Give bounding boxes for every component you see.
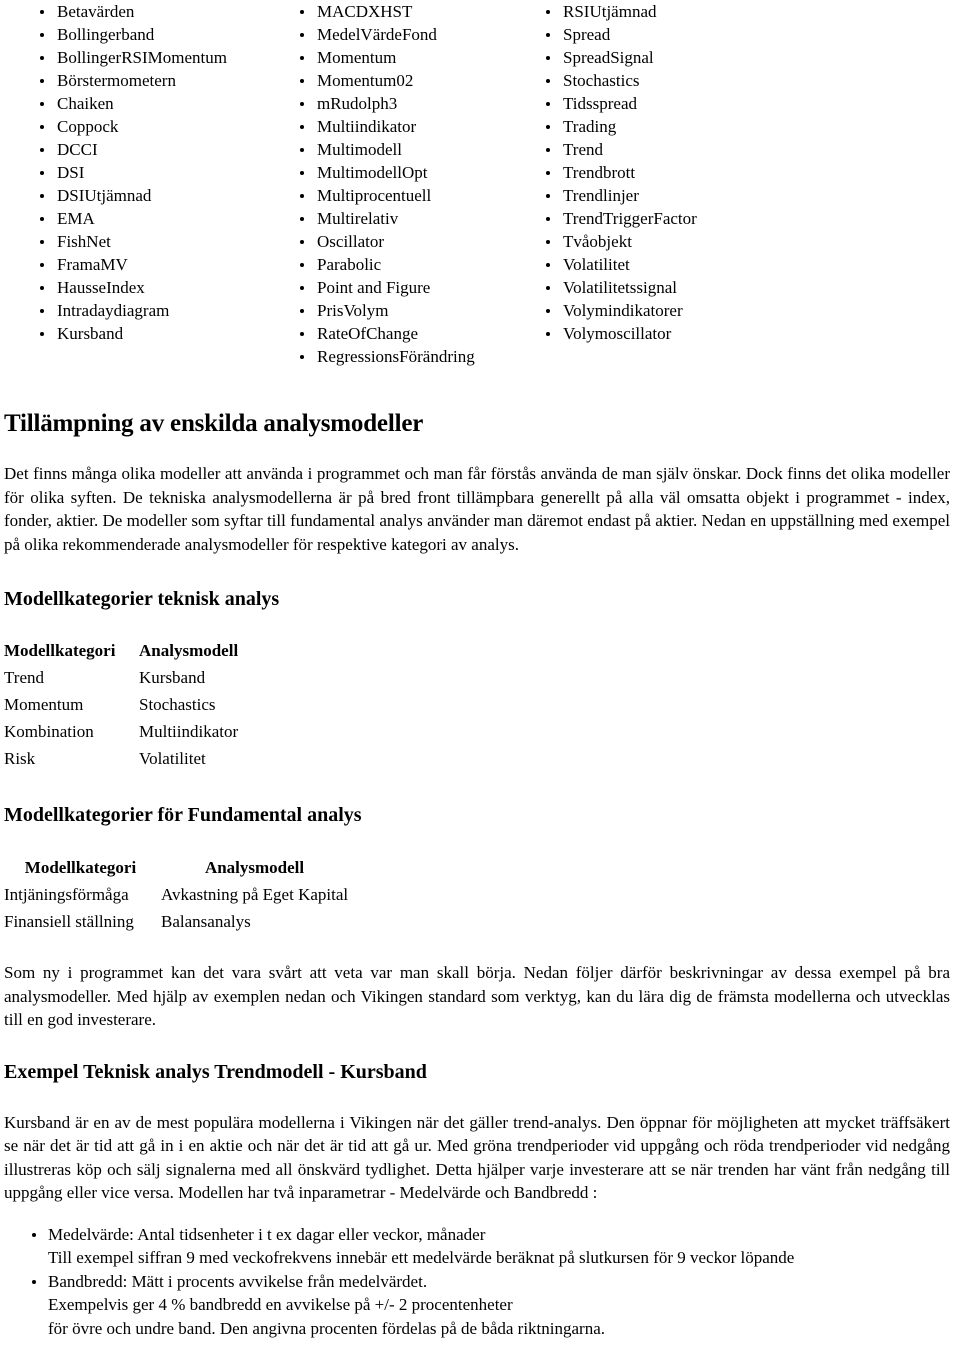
table-row: Risk Volatilitet xyxy=(4,745,238,772)
indicator-item: Intradaydiagram xyxy=(38,299,227,322)
heading-tillampning: Tillämpning av enskilda analysmodeller xyxy=(4,410,424,437)
indicator-item: Kursband xyxy=(38,322,227,345)
indicator-item: RateOfChange xyxy=(298,322,475,345)
indicator-item: Betavärden xyxy=(38,0,227,23)
indicator-item: Stochastics xyxy=(544,69,697,92)
indicator-item: HausseIndex xyxy=(38,276,227,299)
indicator-item: Chaiken xyxy=(38,92,227,115)
indicator-item: Volatilitet xyxy=(544,253,697,276)
heading-exempel-kursband: Exempel Teknisk analys Trendmodell - Kur… xyxy=(4,1060,427,1083)
indicator-item: Multirelativ xyxy=(298,207,475,230)
indicator-item: Momentum xyxy=(298,46,475,69)
indicator-item: DCCI xyxy=(38,138,227,161)
indicator-item: Multiindikator xyxy=(298,115,475,138)
indicator-item: Multimodell xyxy=(298,138,475,161)
indicator-list-2: MACDXHST MedelVärdeFond Momentum Momentum02… xyxy=(298,0,475,368)
indicator-item: Volymoscillator xyxy=(544,322,697,345)
indicator-item: Volymindikatorer xyxy=(544,299,697,322)
table-cell: Kombination xyxy=(4,722,94,741)
table-header-row: Modellkategori Analysmodell xyxy=(4,637,238,664)
indicator-item: RegressionsFörändring xyxy=(298,345,475,368)
column-header-modellkategori: Modellkategori xyxy=(4,641,116,660)
table-row: Kombination Multiindikator xyxy=(4,718,238,745)
document-page: Betavärden Bollingerband BollingerRSIMomen… xyxy=(0,0,960,1340)
indicator-item: Trading xyxy=(544,115,697,138)
indicator-item: TrendTriggerFactor xyxy=(544,207,697,230)
parameter-line: Exempelvis ger 4 % bandbredd en avvikels… xyxy=(48,1295,513,1314)
indicator-item: MedelVärdeFond xyxy=(298,23,475,46)
indicator-item: RSIUtjämnad xyxy=(544,0,697,23)
indicator-item: Oscillator xyxy=(298,230,475,253)
indicator-item: Tvåobjekt xyxy=(544,230,697,253)
table-cell: Kursband xyxy=(139,668,206,687)
table-teknisk-body: Trend Kursband Momentum Stochastics Kombinat… xyxy=(4,664,238,772)
column-header-analysmodell: Analysmodell xyxy=(204,858,305,877)
table-cell: Finansiell ställning xyxy=(4,912,134,931)
indicator-item: EMA xyxy=(38,207,227,230)
indicator-item: FramaMV xyxy=(38,253,227,276)
table-cell: Stochastics xyxy=(139,695,216,714)
indicator-item: PrisVolym xyxy=(298,299,475,322)
indicator-item: MultimodellOpt xyxy=(298,161,475,184)
table-cell: Volatilitet xyxy=(139,749,206,768)
indicator-item: Trendbrott xyxy=(544,161,697,184)
table-row: Intjäningsförmåga Avkastning på Eget Kapi… xyxy=(4,881,348,908)
parameter-item: Medelvärde: Antal tidsenheter i t ex dag… xyxy=(31,1223,960,1270)
indicator-item: mRudolph3 xyxy=(298,92,475,115)
indicator-list-3: RSIUtjämnad Spread SpreadSignal Stochastics… xyxy=(544,0,697,345)
heading-teknisk-analys: Modellkategorier teknisk analys xyxy=(4,588,280,610)
indicator-item: Bollingerband xyxy=(38,23,227,46)
table-cell: Intjäningsförmåga xyxy=(4,885,129,904)
indicator-column-1: Betavärden Bollingerband BollingerRSIMomen… xyxy=(38,0,227,345)
heading-fundamental-analys: Modellkategorier för Fundamental analys xyxy=(4,804,362,826)
indicator-item: Multiprocentuell xyxy=(298,184,475,207)
indicator-item: Point and Figure xyxy=(298,276,475,299)
paragraph-kursband: Kursband är en av de mest populära model… xyxy=(4,1112,950,1203)
indicator-item: MACDXHST xyxy=(298,0,475,23)
parameter-line: för övre och undre band. Den angivna pro… xyxy=(48,1318,605,1338)
indicator-item: Momentum02 xyxy=(298,69,475,92)
indicator-item: Volatilitetssignal xyxy=(544,276,697,299)
indicator-item: FishNet xyxy=(38,230,227,253)
table-teknisk-head: Modellkategori Analysmodell xyxy=(4,637,238,664)
indicator-item: DSI xyxy=(38,161,227,184)
parameter-list: Medelvärde: Antal tidsenheter i t ex dag… xyxy=(0,1223,960,1341)
indicator-item: Börstermometern xyxy=(38,69,227,92)
indicator-item: Parabolic xyxy=(298,253,475,276)
indicator-list-1: Betavärden Bollingerband BollingerRSIMomen… xyxy=(38,0,227,345)
column-header-modellkategori: Modellkategori xyxy=(24,858,137,877)
table-teknisk-analys: Modellkategori Analysmodell Trend Kursban… xyxy=(4,637,238,772)
table-cell: Momentum xyxy=(4,695,84,714)
table-cell: Balansanalys xyxy=(161,912,251,931)
indicator-item: Tidsspread xyxy=(544,92,697,115)
table-row: Momentum Stochastics xyxy=(4,691,238,718)
table-cell: Risk xyxy=(4,749,36,768)
indicator-column-3: RSIUtjämnad Spread SpreadSignal Stochastics… xyxy=(544,0,697,345)
indicator-item: Spread xyxy=(544,23,697,46)
table-row: Finansiell ställning Balansanalys xyxy=(4,908,348,935)
indicator-item: Trendlinjer xyxy=(544,184,697,207)
parameter-line: Medelvärde: Antal tidsenheter i t ex dag… xyxy=(48,1224,486,1244)
indicator-item: Trend xyxy=(544,138,697,161)
table-cell: Avkastning på Eget Kapital xyxy=(161,885,349,904)
table-cell: Trend xyxy=(4,668,44,687)
indicator-item: SpreadSignal xyxy=(544,46,697,69)
column-header-analysmodell: Analysmodell xyxy=(139,641,239,660)
table-fundamental-analys: Modellkategori Analysmodell Intjäningsfö… xyxy=(4,854,348,935)
indicator-lists: Betavärden Bollingerband BollingerRSIMomen… xyxy=(0,0,960,372)
indicator-column-2: MACDXHST MedelVärdeFond Momentum Momentum02… xyxy=(298,0,475,368)
indicator-item: DSIUtjämnad xyxy=(38,184,227,207)
table-fundamental-head: Modellkategori Analysmodell xyxy=(4,854,348,881)
paragraph-intro-exempel: Som ny i programmet kan det vara svårt a… xyxy=(4,963,950,1029)
paragraph-tillampning: Det finns många olika modeller att använ… xyxy=(4,464,950,554)
indicator-item: BollingerRSIMomentum xyxy=(38,46,227,69)
table-fundamental-body: Intjäningsförmåga Avkastning på Eget Kapi… xyxy=(4,881,348,935)
table-header-row: Modellkategori Analysmodell xyxy=(4,854,348,881)
parameter-line: Bandbredd: Mätt i procents avvikelse frå… xyxy=(48,1271,428,1291)
parameter-line: Till exempel siffran 9 med veckofrekvens… xyxy=(48,1248,795,1267)
parameter-item: Bandbredd: Mätt i procents avvikelse frå… xyxy=(31,1270,960,1341)
table-row: Trend Kursband xyxy=(4,664,238,691)
table-cell: Multiindikator xyxy=(139,722,239,741)
indicator-item: Coppock xyxy=(38,115,227,138)
